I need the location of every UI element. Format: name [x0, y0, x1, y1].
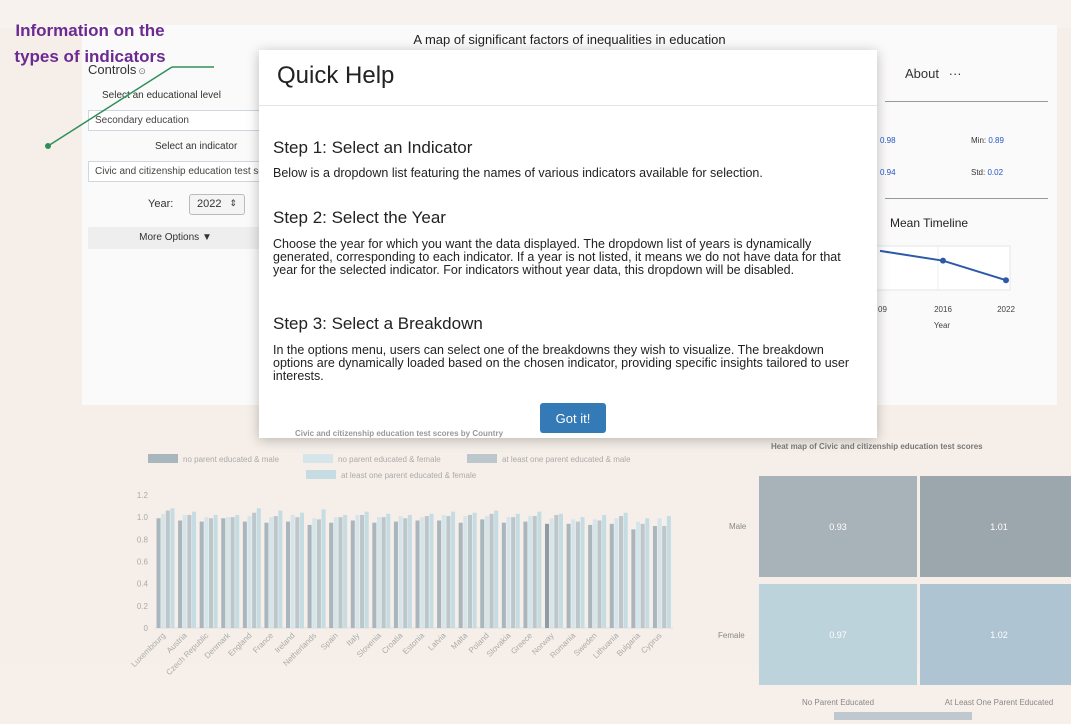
annotation-line: [47, 66, 173, 147]
annotation-connectors: [45, 66, 214, 149]
annotation-callout: Information on the types of indicators: [14, 21, 166, 66]
annotation-dot: [45, 143, 51, 149]
